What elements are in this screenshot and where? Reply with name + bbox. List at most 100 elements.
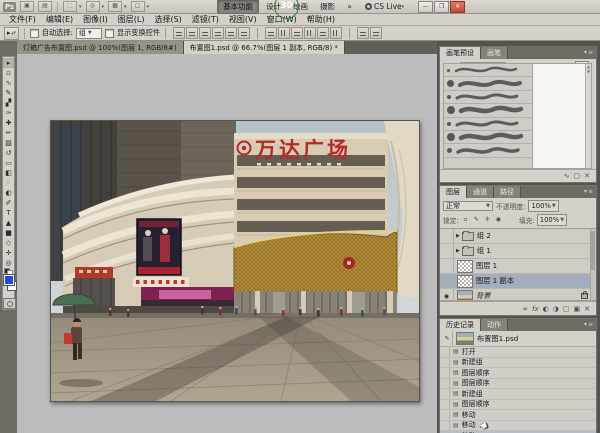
close-button[interactable]: ✕ bbox=[450, 1, 465, 13]
visibility-toggle[interactable] bbox=[440, 244, 454, 258]
crop-tool[interactable]: ▞ bbox=[3, 98, 14, 108]
align-icon[interactable] bbox=[186, 27, 198, 39]
visibility-toggle[interactable]: ◉ bbox=[440, 289, 454, 301]
layer-thumbnail[interactable] bbox=[457, 260, 473, 273]
align-icon[interactable] bbox=[199, 27, 211, 39]
layer-style-icon[interactable]: fx bbox=[532, 304, 539, 314]
restore-button[interactable]: ❐ bbox=[434, 1, 449, 13]
opacity-dropdown[interactable]: 100% ▼ bbox=[528, 200, 558, 212]
cs-live-button[interactable]: CS Live ▾ bbox=[365, 2, 404, 11]
menu-item[interactable]: 帮助(H) bbox=[302, 14, 340, 25]
lock-pixels-icon[interactable]: ✎ bbox=[472, 215, 481, 225]
menu-item[interactable]: 滤镜(T) bbox=[187, 14, 224, 25]
brush-panel-tab[interactable]: 画笔 bbox=[481, 47, 508, 59]
zoom-level-icon[interactable]: ◎ bbox=[86, 1, 100, 12]
history-state-gutter[interactable] bbox=[440, 358, 450, 368]
auto-select-checkbox[interactable] bbox=[30, 29, 39, 38]
brush-preset-row[interactable] bbox=[444, 104, 532, 117]
zoom-tool[interactable]: ◎ bbox=[3, 258, 14, 268]
new-layer-icon[interactable]: ▣ bbox=[574, 304, 581, 314]
hand-tool[interactable]: ✛ bbox=[3, 248, 14, 258]
rotate-view-tool[interactable]: ◇ bbox=[3, 238, 14, 248]
minimize-button[interactable]: — bbox=[418, 1, 433, 13]
new-group-icon[interactable]: ▢ bbox=[563, 304, 570, 314]
align-icon[interactable] bbox=[225, 27, 237, 39]
brush-preset-row[interactable] bbox=[444, 144, 532, 157]
menu-item[interactable]: 图层(L) bbox=[113, 14, 150, 25]
history-state-row[interactable]: ▤图层顺序 bbox=[440, 368, 596, 379]
history-state-row[interactable]: ▤新建组 bbox=[440, 358, 596, 369]
layer-mask-icon[interactable]: ◐ bbox=[543, 304, 549, 314]
delete-brush-icon[interactable]: ✕ bbox=[584, 171, 590, 181]
scrollbar[interactable]: ▲▼ bbox=[585, 64, 591, 168]
document-tab[interactable]: 布置图1.psd @ 66.7%(图层 1 副本, RGB/8) * bbox=[184, 41, 345, 54]
layers-panel-tab[interactable]: 通道 bbox=[467, 186, 494, 198]
distribute-icon[interactable] bbox=[317, 27, 329, 39]
panel-menu-icon[interactable]: ▾≡ bbox=[584, 321, 594, 328]
brush-preset-list[interactable] bbox=[443, 63, 533, 169]
view-extras-icon[interactable]: ⬚ bbox=[63, 1, 77, 12]
show-transform-checkbox[interactable] bbox=[105, 29, 114, 38]
history-state-gutter[interactable] bbox=[440, 389, 450, 399]
workspace-button[interactable]: 摄影 bbox=[315, 0, 340, 13]
auto-align-icon[interactable] bbox=[370, 27, 382, 39]
lock-all-icon[interactable]: ◉ bbox=[494, 215, 503, 225]
gradient-tool[interactable]: ◧ bbox=[3, 168, 14, 178]
distribute-icon[interactable] bbox=[278, 27, 290, 39]
lock-transparency-icon[interactable]: ▫ bbox=[461, 215, 470, 225]
history-state-gutter[interactable] bbox=[440, 347, 450, 357]
panel-menu-icon[interactable]: ▾≡ bbox=[584, 188, 594, 195]
menu-item[interactable]: 视图(V) bbox=[224, 14, 262, 25]
path-selection-tool[interactable]: ▲ bbox=[3, 218, 14, 228]
layer-thumbnail[interactable] bbox=[457, 275, 473, 288]
expander-icon[interactable]: ▶ bbox=[456, 233, 460, 239]
align-icon[interactable] bbox=[238, 27, 250, 39]
history-state-row[interactable]: ▤移动 bbox=[440, 410, 596, 421]
layer-row[interactable]: ◉背景 bbox=[440, 289, 596, 301]
history-snapshot-row[interactable]: ✎ 布置图1.psd bbox=[440, 331, 596, 347]
link-layers-icon[interactable]: ∞ bbox=[522, 304, 528, 314]
workspace-overflow-button[interactable]: » bbox=[347, 2, 352, 11]
brush-preset-row[interactable] bbox=[444, 77, 532, 90]
type-tool[interactable]: T bbox=[3, 208, 14, 218]
layer-row[interactable]: ▶组 1 bbox=[440, 244, 596, 259]
auto-select-dropdown[interactable]: 组 ▼ bbox=[76, 28, 102, 39]
healing-brush-tool[interactable]: ✚ bbox=[3, 118, 14, 128]
clone-stamp-tool[interactable]: ▨ bbox=[3, 138, 14, 148]
history-state-row[interactable]: ▤新建组 bbox=[440, 389, 596, 400]
distribute-icon[interactable] bbox=[330, 27, 342, 39]
history-state-row[interactable]: ▤打开 bbox=[440, 347, 596, 358]
align-icon[interactable] bbox=[173, 27, 185, 39]
marquee-tool[interactable]: ▫ bbox=[3, 68, 14, 78]
visibility-toggle[interactable] bbox=[440, 274, 454, 288]
distribute-icon[interactable] bbox=[265, 27, 277, 39]
history-state-row[interactable]: ▤移动 bbox=[440, 421, 596, 432]
dodge-tool[interactable]: ◐ bbox=[3, 188, 14, 198]
brush-preset-row[interactable] bbox=[444, 64, 532, 77]
lock-position-icon[interactable]: ✛ bbox=[483, 215, 492, 225]
history-panel-tab[interactable]: 动作 bbox=[481, 319, 508, 331]
quick-mask-button[interactable] bbox=[3, 298, 16, 309]
visibility-toggle[interactable] bbox=[440, 259, 454, 273]
default-colors-icon[interactable] bbox=[4, 268, 11, 274]
history-state-gutter[interactable] bbox=[440, 400, 450, 410]
history-state-gutter[interactable] bbox=[440, 421, 450, 431]
adjustment-layer-icon[interactable]: ◑ bbox=[553, 304, 559, 314]
distribute-icon[interactable] bbox=[291, 27, 303, 39]
layer-row[interactable]: ▶组 2 bbox=[440, 229, 596, 244]
brush-panel-tab[interactable]: 画笔预设 bbox=[440, 47, 481, 59]
brush-preset-row[interactable] bbox=[444, 131, 532, 144]
screen-mode-icon[interactable]: ▢ bbox=[131, 1, 145, 12]
arrange-documents-icon[interactable]: ▦ bbox=[108, 1, 122, 12]
eraser-tool[interactable]: ▭ bbox=[3, 158, 14, 168]
align-icon[interactable] bbox=[212, 27, 224, 39]
history-state-row[interactable]: ▤图层顺序 bbox=[440, 400, 596, 411]
canvas-area[interactable]: 万达广场 bbox=[17, 54, 437, 433]
menu-item[interactable]: 文件(F) bbox=[4, 14, 41, 25]
foreground-color-swatch[interactable] bbox=[4, 275, 14, 285]
auto-align-icon[interactable] bbox=[357, 27, 369, 39]
brush-preset-row[interactable] bbox=[444, 118, 532, 131]
history-state-gutter[interactable] bbox=[440, 410, 450, 420]
layer-thumbnail[interactable] bbox=[457, 290, 473, 302]
distribute-icon[interactable] bbox=[304, 27, 316, 39]
